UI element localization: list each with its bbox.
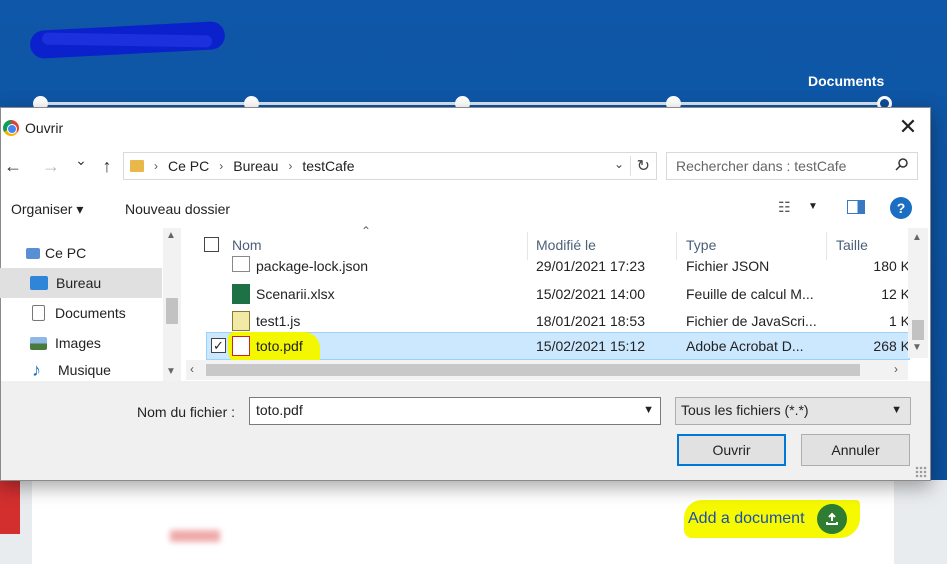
close-button[interactable]: ✕	[896, 116, 920, 140]
new-folder-button[interactable]: Nouveau dossier	[125, 201, 230, 217]
address-bar[interactable]: › Ce PC › Bureau › testCafe ⌄ ↻	[123, 152, 657, 180]
file-type: Fichier de JavaScri...	[686, 313, 817, 329]
breadcrumb-bureau[interactable]: Bureau	[233, 158, 278, 174]
js-file-icon	[232, 311, 250, 331]
scroll-left-icon[interactable]: ‹	[190, 362, 194, 376]
add-document-button[interactable]: Add a document	[684, 500, 860, 538]
blurred-text	[80, 506, 440, 522]
add-document-label: Add a document	[688, 510, 805, 527]
file-name: toto.pdf	[256, 338, 303, 354]
up-button[interactable]: ↑	[94, 156, 120, 177]
file-row[interactable]: package-lock.json 29/01/2021 17:23 Fichi…	[206, 254, 910, 281]
stepper-label-documents: Documents	[808, 73, 885, 89]
json-file-icon	[232, 256, 250, 272]
nav-item-images[interactable]: Images	[0, 328, 162, 358]
search-icon[interactable]	[895, 157, 909, 175]
scroll-down-icon[interactable]: ▼	[166, 366, 176, 377]
nav-scrollbar[interactable]: ▲ ▼	[163, 228, 181, 382]
scroll-thumb[interactable]	[206, 364, 860, 376]
nav-item-label: Images	[55, 335, 101, 351]
file-modified: 15/02/2021 15:12	[536, 338, 645, 354]
navigation-pane: Ce PC Bureau Documents Images ♪ Musique …	[0, 228, 183, 382]
open-button[interactable]: Ouvrir	[677, 434, 786, 466]
nav-item-label: Documents	[55, 305, 126, 321]
dialog-footer	[1, 381, 930, 480]
file-name: Scenarii.xlsx	[256, 286, 335, 302]
dialog-title: Ouvrir	[25, 120, 64, 136]
blurred-link	[170, 530, 220, 542]
excel-file-icon	[232, 284, 250, 304]
dialog-toolbar: Organiser ▾ Nouveau dossier ☷ ▼ ?	[0, 194, 929, 224]
search-placeholder: Rechercher dans : testCafe	[676, 158, 847, 174]
filetype-select[interactable]: Tous les fichiers (*.*) ▼	[675, 397, 911, 425]
scroll-right-icon[interactable]: ›	[894, 362, 898, 376]
chevron-down-icon[interactable]: ▼	[643, 404, 654, 416]
images-icon	[30, 336, 47, 350]
breadcrumb-ce-pc[interactable]: Ce PC	[168, 158, 209, 174]
computer-icon	[26, 247, 40, 259]
address-dropdown-icon[interactable]: ⌄	[614, 157, 624, 171]
scroll-up-icon[interactable]: ▲	[166, 230, 176, 241]
search-input[interactable]: Rechercher dans : testCafe	[666, 152, 918, 180]
refresh-icon[interactable]: ↻	[629, 156, 650, 176]
scroll-up-icon[interactable]: ▲	[912, 232, 922, 243]
nav-item-label: Musique	[58, 362, 111, 378]
file-size: 268 K	[873, 338, 910, 354]
cancel-button[interactable]: Annuler	[801, 434, 910, 466]
file-row-selected-content[interactable]: toto.pdf 15/02/2021 15:12 Adobe Acrobat …	[206, 332, 910, 360]
file-size: 12 K	[881, 286, 910, 302]
nav-item-ce-pc[interactable]: Ce PC	[0, 238, 162, 268]
filetype-value: Tous les fichiers (*.*)	[681, 402, 809, 418]
pdf-file-icon	[232, 336, 250, 356]
filename-value: toto.pdf	[256, 402, 303, 418]
view-options-icon[interactable]: ☷	[778, 199, 791, 216]
sort-ascending-icon: ⌃	[361, 224, 372, 238]
upload-icon[interactable]	[816, 504, 847, 534]
resize-grip-icon[interactable]	[915, 466, 927, 478]
scroll-thumb[interactable]	[912, 320, 924, 340]
scroll-down-icon[interactable]: ▼	[912, 342, 922, 353]
file-size: 1 K	[888, 313, 910, 329]
folder-icon	[130, 160, 144, 172]
desktop-icon	[30, 276, 48, 290]
recent-locations-chevron-icon[interactable]: ⌄	[68, 152, 94, 169]
file-type: Feuille de calcul M...	[686, 286, 814, 302]
preview-pane-icon[interactable]	[847, 200, 865, 214]
file-modified: 29/01/2021 17:23	[536, 258, 645, 274]
file-modified: 15/02/2021 14:00	[536, 286, 645, 302]
file-modified: 18/01/2021 18:53	[536, 313, 645, 329]
breadcrumb-separator: ›	[219, 159, 224, 173]
file-row[interactable]: test1.js 18/01/2021 18:53 Fichier de Jav…	[206, 308, 910, 335]
forward-button[interactable]: →	[38, 156, 64, 177]
filename-input[interactable]: toto.pdf ▼	[249, 397, 661, 425]
select-all-checkbox[interactable]	[204, 237, 219, 252]
back-button[interactable]: ←	[0, 156, 26, 177]
chrome-icon	[3, 120, 19, 136]
file-name: test1.js	[256, 313, 301, 329]
nav-item-bureau[interactable]: Bureau	[0, 268, 162, 298]
breadcrumb-separator: ›	[288, 159, 293, 173]
breadcrumb-testcafe[interactable]: testCafe	[302, 158, 354, 174]
nav-item-label: Bureau	[56, 275, 102, 291]
file-type: Adobe Acrobat D...	[686, 338, 804, 354]
help-button[interactable]: ?	[890, 197, 912, 219]
nav-item-musique[interactable]: ♪ Musique	[0, 358, 162, 382]
music-icon: ♪	[32, 359, 41, 380]
nav-item-documents[interactable]: Documents	[0, 298, 162, 328]
scroll-thumb[interactable]	[166, 298, 178, 324]
file-type: Fichier JSON	[686, 258, 770, 274]
breadcrumb-separator: ›	[154, 159, 158, 173]
file-row[interactable]: Scenarii.xlsx 15/02/2021 14:00 Feuille d…	[206, 281, 910, 308]
chevron-down-icon[interactable]: ▼	[808, 201, 818, 212]
filename-label: Nom du fichier :	[137, 404, 236, 420]
dialog-titlebar: Ouvrir	[1, 108, 930, 148]
file-list-vertical-scrollbar[interactable]: ▲ ▼	[908, 228, 928, 358]
documents-icon	[32, 305, 45, 321]
chevron-down-icon[interactable]: ▼	[891, 404, 902, 416]
file-size: 180 K	[873, 258, 910, 274]
organiser-button[interactable]: Organiser ▾	[11, 201, 83, 218]
file-name: package-lock.json	[256, 258, 369, 274]
file-list-horizontal-scrollbar[interactable]: ‹ ›	[186, 360, 908, 380]
nav-item-label: Ce PC	[45, 245, 87, 261]
